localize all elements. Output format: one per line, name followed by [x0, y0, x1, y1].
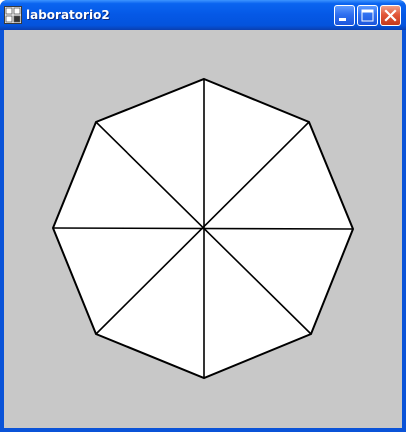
- minimize-icon: [339, 18, 346, 21]
- title-bar[interactable]: laboratorio2: [0, 0, 406, 30]
- maximize-button[interactable]: [357, 5, 378, 26]
- close-button[interactable]: [380, 5, 401, 26]
- java-app-icon[interactable]: [4, 6, 22, 24]
- application-window: laboratorio2: [0, 0, 406, 432]
- close-icon: [384, 9, 397, 22]
- octagon-drawing: [51, 77, 355, 380]
- window-title: laboratorio2: [26, 8, 110, 22]
- drawing-canvas[interactable]: [4, 30, 402, 428]
- maximize-icon: [361, 9, 374, 22]
- minimize-button[interactable]: [334, 5, 355, 26]
